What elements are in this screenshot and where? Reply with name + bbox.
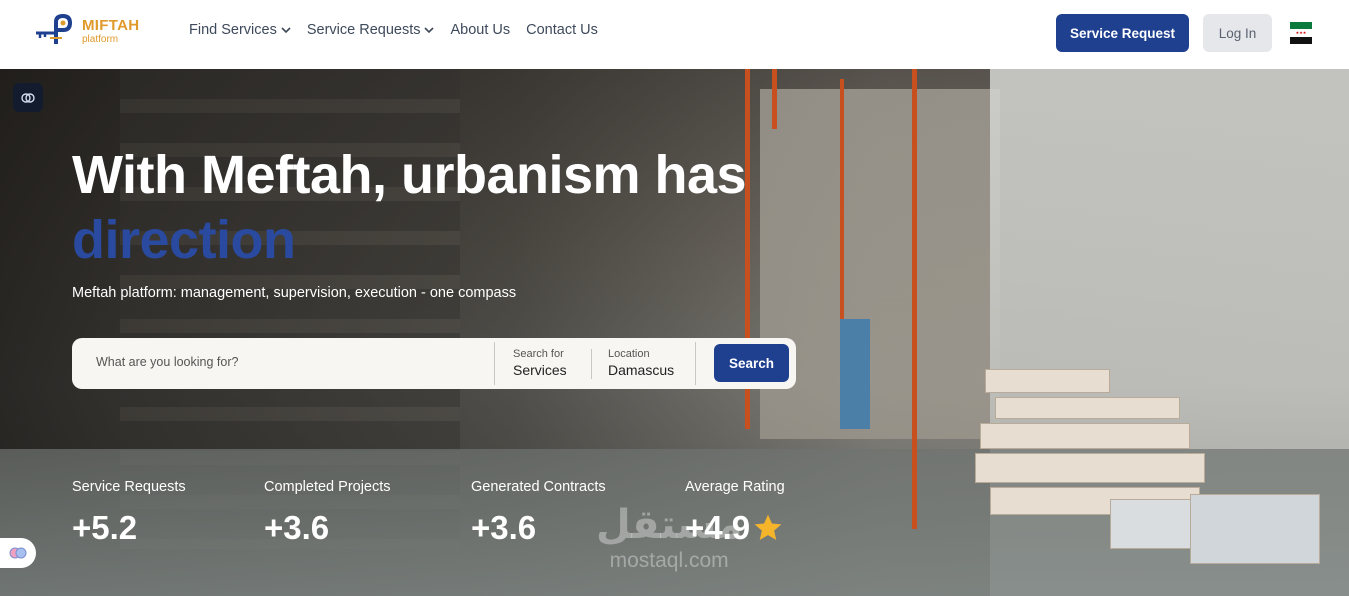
nav-label: About Us bbox=[450, 22, 511, 38]
stat-generated-contracts: Generated Contracts +3.6 bbox=[471, 479, 606, 547]
stat-label: Average Rating bbox=[685, 479, 785, 495]
material-stack bbox=[985, 369, 1110, 393]
material-stack bbox=[975, 453, 1205, 483]
divider bbox=[494, 342, 495, 385]
search-for-select[interactable]: Search for Services bbox=[513, 348, 567, 378]
background-wall bbox=[760, 89, 1000, 439]
watermark-latin: mostaql.com bbox=[609, 549, 729, 572]
stat-number: +5.2 bbox=[72, 509, 138, 546]
nav-label: Service Requests bbox=[306, 22, 421, 38]
stat-label: Service Requests bbox=[72, 479, 186, 495]
logo[interactable]: MIFTAH platform bbox=[34, 14, 139, 48]
stat-service-requests: Service Requests +5.2 bbox=[72, 479, 186, 547]
ai-chat-brain-icon[interactable] bbox=[0, 538, 36, 568]
hero-title: With Meftah, urbanism has direction bbox=[72, 143, 747, 273]
location-label: Location bbox=[608, 348, 650, 360]
nav-contact-us[interactable]: Contact Us bbox=[526, 22, 598, 38]
location-select[interactable]: Location Damascus bbox=[608, 348, 674, 378]
chevron-down-icon bbox=[424, 27, 435, 34]
search-for-value: Services bbox=[513, 362, 567, 378]
search-for-label: Search for bbox=[513, 348, 564, 360]
hero-title-line: With Meftah, urbanism has bbox=[72, 145, 747, 205]
divider bbox=[695, 342, 696, 385]
material-stack bbox=[995, 397, 1180, 419]
nav-label: Find Services bbox=[189, 22, 277, 38]
watermark-arabic: مستقل bbox=[596, 502, 743, 548]
stat-label: Generated Contracts bbox=[471, 479, 606, 495]
login-button[interactable]: Log In bbox=[1203, 14, 1272, 52]
nav-label: Contact Us bbox=[526, 22, 598, 38]
brain-icon bbox=[9, 547, 27, 559]
stat-value: +3.6 bbox=[471, 509, 606, 547]
site-header: MIFTAH platform Find Services Service Re… bbox=[0, 0, 1349, 69]
stat-completed-projects: Completed Projects +3.6 bbox=[264, 479, 391, 547]
nav-service-requests[interactable]: Service Requests bbox=[307, 22, 435, 38]
nav-about-us[interactable]: About Us bbox=[450, 22, 510, 38]
stat-label: Completed Projects bbox=[264, 479, 391, 495]
search-button[interactable]: Search bbox=[714, 344, 789, 382]
divider bbox=[591, 349, 592, 379]
ai-assistant-brain-icon[interactable] bbox=[13, 83, 43, 112]
stat-number: +3.6 bbox=[264, 509, 330, 546]
blue-barrel bbox=[840, 319, 870, 429]
main-nav: Find Services Service Requests About Us … bbox=[189, 22, 598, 38]
stat-value: +5.2 bbox=[72, 509, 186, 547]
chevron-down-icon bbox=[281, 27, 291, 34]
stat-value: +3.6 bbox=[264, 509, 391, 547]
hero-subtitle: Meftah platform: management, supervision… bbox=[72, 285, 517, 301]
material-stack bbox=[980, 423, 1190, 449]
service-request-button[interactable]: Service Request bbox=[1056, 14, 1189, 52]
logo-subtitle: platform bbox=[82, 33, 119, 45]
scaffold-pole bbox=[772, 69, 777, 129]
hero-title-accent: direction bbox=[72, 209, 296, 270]
star-icon bbox=[754, 514, 782, 540]
language-flag-icon[interactable]: ★★★ bbox=[1290, 22, 1312, 44]
material-box bbox=[1190, 494, 1320, 564]
location-value: Damascus bbox=[608, 362, 675, 378]
scaffold-pole bbox=[912, 69, 917, 529]
logo-title: MIFTAH bbox=[82, 16, 140, 34]
key-logo-icon bbox=[36, 14, 73, 44]
stat-number: +3.6 bbox=[471, 509, 537, 546]
search-bar: Search for Services Location Damascus Se… bbox=[72, 338, 796, 389]
nav-find-services[interactable]: Find Services bbox=[189, 22, 291, 38]
search-input[interactable] bbox=[96, 355, 486, 369]
brain-icon bbox=[21, 92, 35, 103]
watermark: مستقل mostaql.com bbox=[596, 505, 742, 573]
